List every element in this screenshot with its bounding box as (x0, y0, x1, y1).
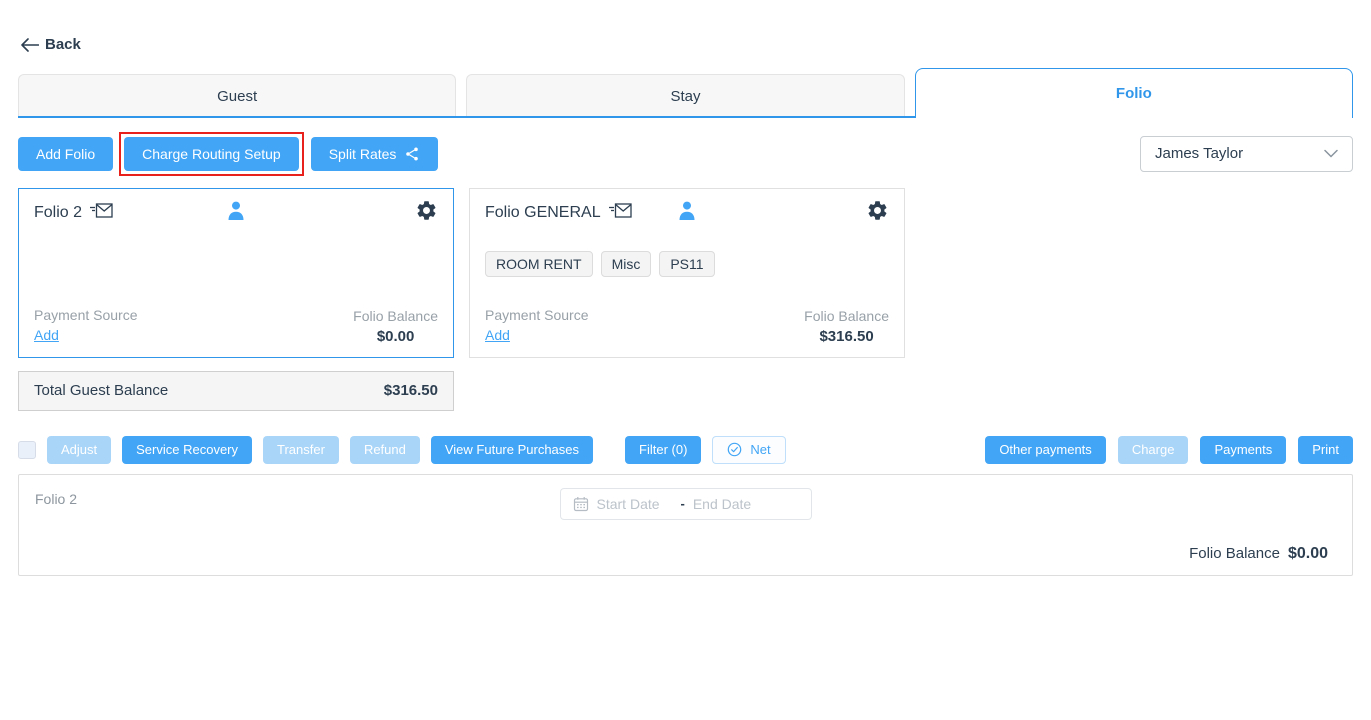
tab-stay-label: Stay (670, 88, 700, 105)
folio-card-folio2[interactable]: Folio 2 Payment Source Add Folio Balance… (18, 188, 454, 358)
start-date-input[interactable] (597, 496, 673, 512)
payment-source-label: Payment Source (34, 307, 138, 323)
net-toggle-button[interactable]: Net (712, 436, 785, 464)
detail-folio-balance-value: $0.00 (1288, 545, 1328, 563)
select-all-checkbox[interactable] (18, 441, 36, 459)
detail-folio-balance: Folio Balance $0.00 (1189, 545, 1328, 563)
total-guest-balance-label: Total Guest Balance (34, 382, 168, 399)
add-folio-button[interactable]: Add Folio (18, 137, 113, 171)
folio-balance-label: Folio Balance (353, 308, 438, 324)
tab-guest-label: Guest (217, 88, 257, 105)
gear-icon[interactable] (415, 199, 438, 227)
back-label: Back (45, 36, 81, 53)
split-rates-button[interactable]: Split Rates (311, 137, 439, 171)
share-icon (404, 146, 420, 162)
folio-tag-misc: Misc (601, 251, 652, 277)
send-folio-email-icon[interactable] (89, 203, 113, 223)
payment-source-label: Payment Source (485, 307, 589, 323)
date-range-picker[interactable]: - (560, 488, 812, 520)
check-circle-icon (727, 442, 742, 457)
send-folio-email-icon[interactable] (608, 203, 632, 223)
service-recovery-button[interactable]: Service Recovery (122, 436, 252, 464)
transfer-button[interactable]: Transfer (263, 436, 339, 464)
tab-guest[interactable]: Guest (18, 74, 456, 118)
payment-source-block: Payment Source Add (485, 307, 589, 345)
date-separator: - (681, 496, 685, 511)
folio-tag-room-rent: ROOM RENT (485, 251, 593, 277)
folio-detail-panel: Folio 2 - Folio Balance $0.00 (18, 474, 1353, 576)
payment-source-block: Payment Source Add (34, 307, 138, 345)
calendar-icon (573, 496, 589, 512)
adjust-button[interactable]: Adjust (47, 436, 111, 464)
folio-cards: Folio 2 Payment Source Add Folio Balance… (18, 188, 1353, 358)
total-guest-balance-value: $316.50 (384, 382, 438, 399)
person-icon[interactable] (679, 201, 696, 225)
guest-selector-value: James Taylor (1155, 145, 1243, 162)
tab-folio[interactable]: Folio (915, 68, 1353, 118)
folio-card-footer: Payment Source Add Folio Balance $0.00 (34, 307, 438, 345)
folio-title: Folio 2 (34, 204, 82, 222)
folio-tag-ps11: PS11 (659, 251, 714, 277)
filter-button[interactable]: Filter (0) (625, 436, 701, 464)
refund-button[interactable]: Refund (350, 436, 420, 464)
back-button[interactable]: Back (20, 36, 81, 53)
person-icon[interactable] (228, 201, 245, 225)
view-future-purchases-button[interactable]: View Future Purchases (431, 436, 593, 464)
folio-balance-block: Folio Balance $316.50 (804, 308, 889, 345)
payment-actions-group: Other payments Charge Payments Print (985, 436, 1353, 464)
net-label: Net (750, 442, 770, 457)
folio-balance-label: Folio Balance (804, 308, 889, 324)
tab-bar: Guest Stay Folio (18, 68, 1353, 118)
charge-routing-setup-button[interactable]: Charge Routing Setup (124, 137, 299, 171)
detail-folio-name: Folio 2 (35, 491, 77, 507)
charge-button[interactable]: Charge (1118, 436, 1189, 464)
total-guest-balance-row: Total Guest Balance $316.50 (18, 371, 454, 411)
back-arrow-icon (20, 38, 39, 52)
folio-card-general[interactable]: Folio GENERAL ROOM RENT Misc PS11 Paymen… (469, 188, 905, 358)
folio-card-footer: Payment Source Add Folio Balance $316.50 (485, 307, 889, 345)
transaction-actions-bar: Adjust Service Recovery Transfer Refund … (18, 436, 1353, 464)
add-payment-source-link[interactable]: Add (485, 327, 510, 343)
gear-icon[interactable] (866, 199, 889, 227)
payments-button[interactable]: Payments (1200, 436, 1286, 464)
split-rates-label: Split Rates (329, 146, 397, 162)
charge-routing-highlight-box: Charge Routing Setup (119, 132, 304, 176)
guest-selector-dropdown[interactable]: James Taylor (1140, 136, 1353, 172)
folio-card-header: Folio GENERAL (485, 199, 889, 227)
folio-balance-value: $316.50 (819, 328, 873, 345)
folio-tags: ROOM RENT Misc PS11 (485, 251, 889, 277)
folio-balance-block: Folio Balance $0.00 (353, 308, 438, 345)
folio-balance-value: $0.00 (377, 328, 415, 345)
folio-toolbar: Add Folio Charge Routing Setup Split Rat… (18, 132, 1353, 176)
folio-title: Folio GENERAL (485, 204, 601, 222)
print-button[interactable]: Print (1298, 436, 1353, 464)
add-payment-source-link[interactable]: Add (34, 327, 59, 343)
tab-stay[interactable]: Stay (466, 74, 904, 118)
chevron-down-icon (1324, 149, 1338, 158)
active-tab-underline (18, 116, 916, 118)
tab-folio-label: Folio (1116, 85, 1152, 102)
folio-card-header: Folio 2 (34, 199, 438, 227)
detail-folio-balance-label: Folio Balance (1189, 545, 1280, 562)
other-payments-button[interactable]: Other payments (985, 436, 1106, 464)
end-date-input[interactable] (693, 496, 769, 512)
